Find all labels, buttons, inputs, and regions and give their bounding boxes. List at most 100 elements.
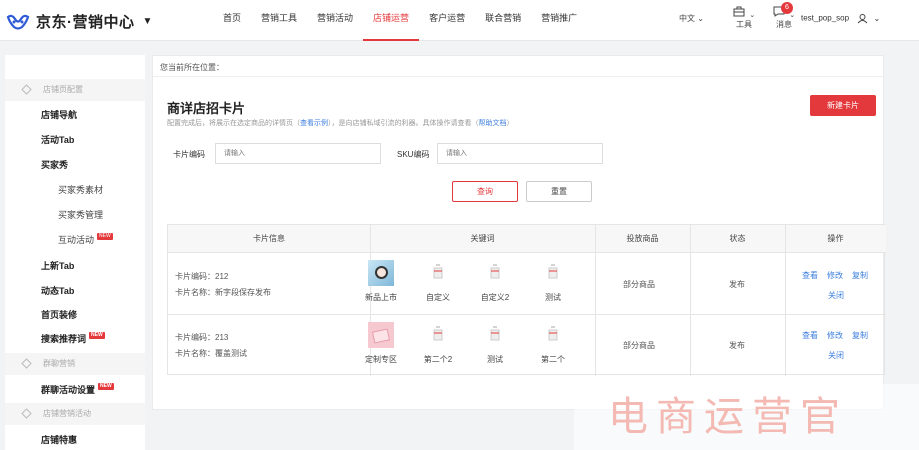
sidebar-item-buyer-show-material[interactable]: 买家秀素材 [58,183,103,196]
user-icon [857,14,868,24]
placeholder-image-icon [540,260,566,286]
sidebar-item-activity-tab[interactable]: 活动Tab [41,133,74,146]
help-doc-link[interactable]: 帮助文档 [479,120,507,127]
sku-input[interactable] [437,143,603,164]
view-link[interactable]: 查看 [802,270,818,281]
close-link[interactable]: 关闭 [828,290,844,301]
sidebar-item-store-nav[interactable]: 店铺导航 [41,108,77,121]
keyword-label: 新品上市 [365,293,397,302]
col-header-keywords: 关键词 [470,234,495,243]
placeholder-image-icon [425,322,451,348]
user-menu[interactable]: test_pop_sop ⌄ [801,13,880,24]
keyword-item: 第二个2 [418,322,458,365]
keyword-label: 测试 [545,293,561,302]
close-link[interactable]: 关闭 [828,350,844,361]
divider [168,314,886,315]
card-code: 卡片编码：213 [175,333,229,342]
main-panel: 您当前所在位置： 商详店招卡片 配置完成后，将展示在选定商品的详情页（查看示例）… [152,55,886,410]
sidebar-item-dynamic-tab[interactable]: 动态Tab [41,284,74,297]
chevron-down-icon: ⌄ [749,12,756,19]
chevron-down-icon[interactable]: ▼ [143,16,153,27]
sidebar-item-new-tab[interactable]: 上新Tab [41,259,74,272]
col-header-actions: 操作 [827,234,844,243]
keyword-item: 自定义2 [475,260,515,303]
copy-link[interactable]: 复制 [852,270,868,281]
sidebar-group-store-activities[interactable]: 店铺营销活动 [5,403,145,425]
nav-marketing-activities[interactable]: 营销活动 [307,0,363,41]
card-code-input[interactable] [215,143,381,164]
card-name: 卡片名称：覆盖测试 [175,349,247,358]
keyword-label: 定制专区 [365,355,397,364]
divider [690,225,691,376]
new-badge: NEW [98,383,114,390]
sidebar-item-buyer-show-manage[interactable]: 买家秀管理 [58,208,103,221]
edit-link[interactable]: 修改 [827,330,843,341]
divider [153,76,885,77]
view-link[interactable]: 查看 [802,330,818,341]
keyword-item: 自定义 [418,260,458,303]
status-text: 发布 [729,341,745,350]
keyword-item: 定制专区 [361,322,401,365]
sidebar-item-label: 互动活动 [58,235,95,245]
keyword-label: 第二个2 [423,355,453,364]
keyword-item: 新品上市 [361,260,401,303]
placeholder-image-icon [540,322,566,348]
nav-marketing-promotion[interactable]: 营销推广 [531,0,587,41]
keyword-item: 测试 [475,322,515,365]
desc-text: ），是向店铺私域引流的利器。具体操作请查看（ [328,120,479,127]
messages-label: 消息 [776,20,793,29]
nav-joint-marketing[interactable]: 联合营销 [475,0,531,41]
edit-link[interactable]: 修改 [827,270,843,281]
status-text: 发布 [729,280,745,289]
jd-logo[interactable]: 京东·营销中心 ▼ [6,11,152,32]
sidebar-item-homepage-decor[interactable]: 首页装修 [41,308,77,321]
view-example-link[interactable]: 查看示例 [300,120,328,127]
diamond-icon [21,408,32,419]
keyword-item: 测试 [533,260,573,303]
username: test_pop_sop [801,13,850,23]
divider [595,225,596,376]
keyword-item: 第二个 [533,322,573,365]
desc-text: ） [506,120,514,127]
desc-text: 配置完成后，将展示在选定商品的详情页（ [167,120,300,127]
placeholder-image-icon [482,260,508,286]
card-name: 卡片名称：新字段保存发布 [175,288,271,297]
tools-menu[interactable]: ⌄ 工具 [733,6,755,30]
sidebar-item-search-words[interactable]: 搜索推荐词 NEW [41,332,105,345]
page-title: 商详店招卡片 [167,101,246,116]
keyword-label: 自定义2 [480,293,510,302]
diamond-icon [21,358,32,369]
sidebar-group-label: 店铺营销活动 [43,409,91,418]
col-header-goods: 投放商品 [626,234,659,243]
sidebar-item-store-discount[interactable]: 店铺特惠 [41,433,77,446]
app-title: 京东·营销中心 [36,14,135,31]
sidebar-group-store-page[interactable]: 店铺页配置 [5,79,145,101]
chevron-down-icon: ⌄ [873,13,881,23]
product-image-icon [368,260,394,286]
query-button[interactable]: 查询 [452,181,518,202]
sidebar-item-buyer-show[interactable]: 买家秀 [41,158,68,171]
new-badge: NEW [97,233,113,240]
sidebar: 店铺页配置 店铺导航 活动Tab 买家秀 买家秀素材 买家秀管理 互动活动 NEW… [5,55,145,450]
sidebar-item-label: 搜索推荐词 [41,334,87,344]
messages-menu[interactable]: 6 ⌄ 消息 [773,2,795,30]
cards-table: 卡片信息 关键词 投放商品 状态 操作 卡片编码：212 卡片名称：新字段保存发… [167,224,886,376]
card-code-label: 卡片编码 [173,150,205,159]
sidebar-group-group-chat[interactable]: 群聊营销 [5,353,145,375]
reset-button[interactable]: 重置 [526,181,592,202]
sidebar-item-label: 群聊活动设置 [41,385,96,395]
copy-link[interactable]: 复制 [852,330,868,341]
breadcrumb: 您当前所在位置： [160,63,224,72]
language-select[interactable]: 中文 ⌄ [679,13,704,24]
card-code: 卡片编码：212 [175,272,229,281]
sidebar-item-interactive-activity[interactable]: 互动活动 NEW [58,233,113,246]
jd-dog-icon [6,14,30,30]
nav-marketing-tools[interactable]: 营销工具 [251,0,307,41]
keyword-label: 测试 [487,355,503,364]
nav-store-operation[interactable]: 店铺运营 [363,0,420,41]
new-card-button[interactable]: 新建卡片 [810,95,876,116]
nav-home[interactable]: 首页 [213,0,251,41]
nav-customer-operation[interactable]: 客户运营 [419,0,475,41]
sidebar-item-group-chat-settings[interactable]: 群聊活动设置 NEW [41,383,114,396]
sku-label: SKU编码 [397,150,430,159]
